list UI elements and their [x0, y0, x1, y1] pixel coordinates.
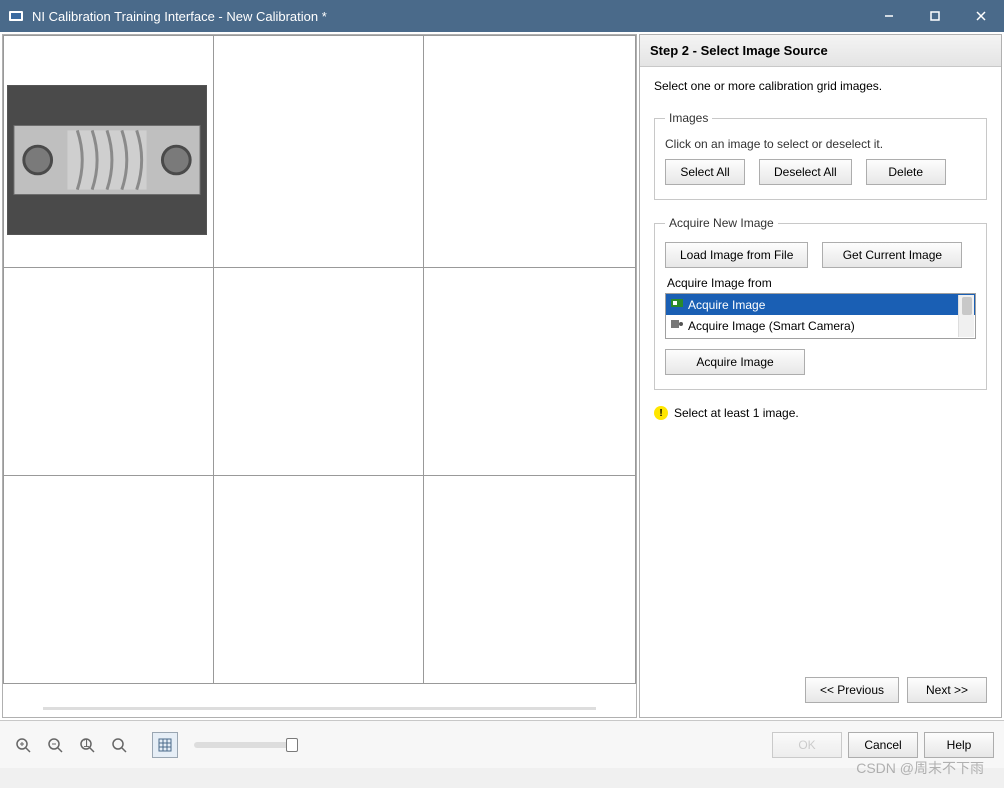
step-description: Select one or more calibration grid imag… [654, 79, 987, 93]
listbox-scrollbar[interactable] [958, 295, 974, 337]
get-current-image-button[interactable]: Get Current Image [822, 242, 962, 268]
grid-horizontal-scrollbar[interactable] [43, 703, 596, 717]
maximize-button[interactable] [912, 0, 958, 32]
app-icon [8, 8, 24, 24]
zoom-in-icon[interactable] [10, 732, 36, 758]
image-grid-pane[interactable] [2, 34, 637, 718]
cancel-button[interactable]: Cancel [848, 732, 918, 758]
warning-icon: ! [654, 406, 668, 420]
images-hint: Click on an image to select or deselect … [665, 137, 976, 151]
window-title: NI Calibration Training Interface - New … [32, 9, 866, 24]
load-image-from-file-button[interactable]: Load Image from File [665, 242, 808, 268]
acquire-source-list[interactable]: Acquire Image Acquire Image (Smart Camer… [665, 293, 976, 339]
acquire-from-label: Acquire Image from [667, 276, 976, 290]
select-all-button[interactable]: Select All [665, 159, 745, 185]
client-area: Step 2 - Select Image Source Select one … [0, 32, 1004, 720]
images-legend: Images [665, 111, 712, 125]
images-group: Images Click on an image to select or de… [654, 111, 987, 200]
next-button[interactable]: Next >> [907, 677, 987, 703]
grid-canvas [3, 35, 636, 717]
delete-button[interactable]: Delete [866, 159, 946, 185]
zoom-out-icon[interactable] [42, 732, 68, 758]
grid-view-icon[interactable] [152, 732, 178, 758]
zoom-fit-icon[interactable]: 1 [74, 732, 100, 758]
ok-button: OK [772, 732, 842, 758]
acquire-image-button[interactable]: Acquire Image [665, 349, 805, 375]
zoom-actual-icon[interactable] [106, 732, 132, 758]
close-button[interactable] [958, 0, 1004, 32]
bottom-toolbar: 1 OK Cancel Help [0, 720, 1004, 768]
smart-camera-icon [670, 317, 684, 334]
calibration-image-thumbnail[interactable] [7, 85, 207, 235]
help-button[interactable]: Help [924, 732, 994, 758]
previous-button[interactable]: << Previous [805, 677, 899, 703]
warning-text: Select at least 1 image. [674, 406, 799, 420]
list-item-label: Acquire Image (Smart Camera) [688, 319, 855, 333]
step-header: Step 2 - Select Image Source [640, 35, 1001, 67]
deselect-all-button[interactable]: Deselect All [759, 159, 852, 185]
camera-icon [670, 296, 684, 313]
acquire-legend: Acquire New Image [665, 216, 778, 230]
acquire-group: Acquire New Image Load Image from File G… [654, 216, 987, 390]
minimize-button[interactable] [866, 0, 912, 32]
zoom-slider[interactable] [194, 742, 294, 748]
list-item[interactable]: Acquire Image (Smart Camera) [666, 315, 975, 336]
step-panel: Step 2 - Select Image Source Select one … [639, 34, 1002, 718]
titlebar: NI Calibration Training Interface - New … [0, 0, 1004, 32]
svg-text:1: 1 [83, 737, 90, 750]
list-item-label: Acquire Image [688, 298, 765, 312]
list-item[interactable]: Acquire Image [666, 294, 975, 315]
warning-row: ! Select at least 1 image. [654, 406, 987, 420]
